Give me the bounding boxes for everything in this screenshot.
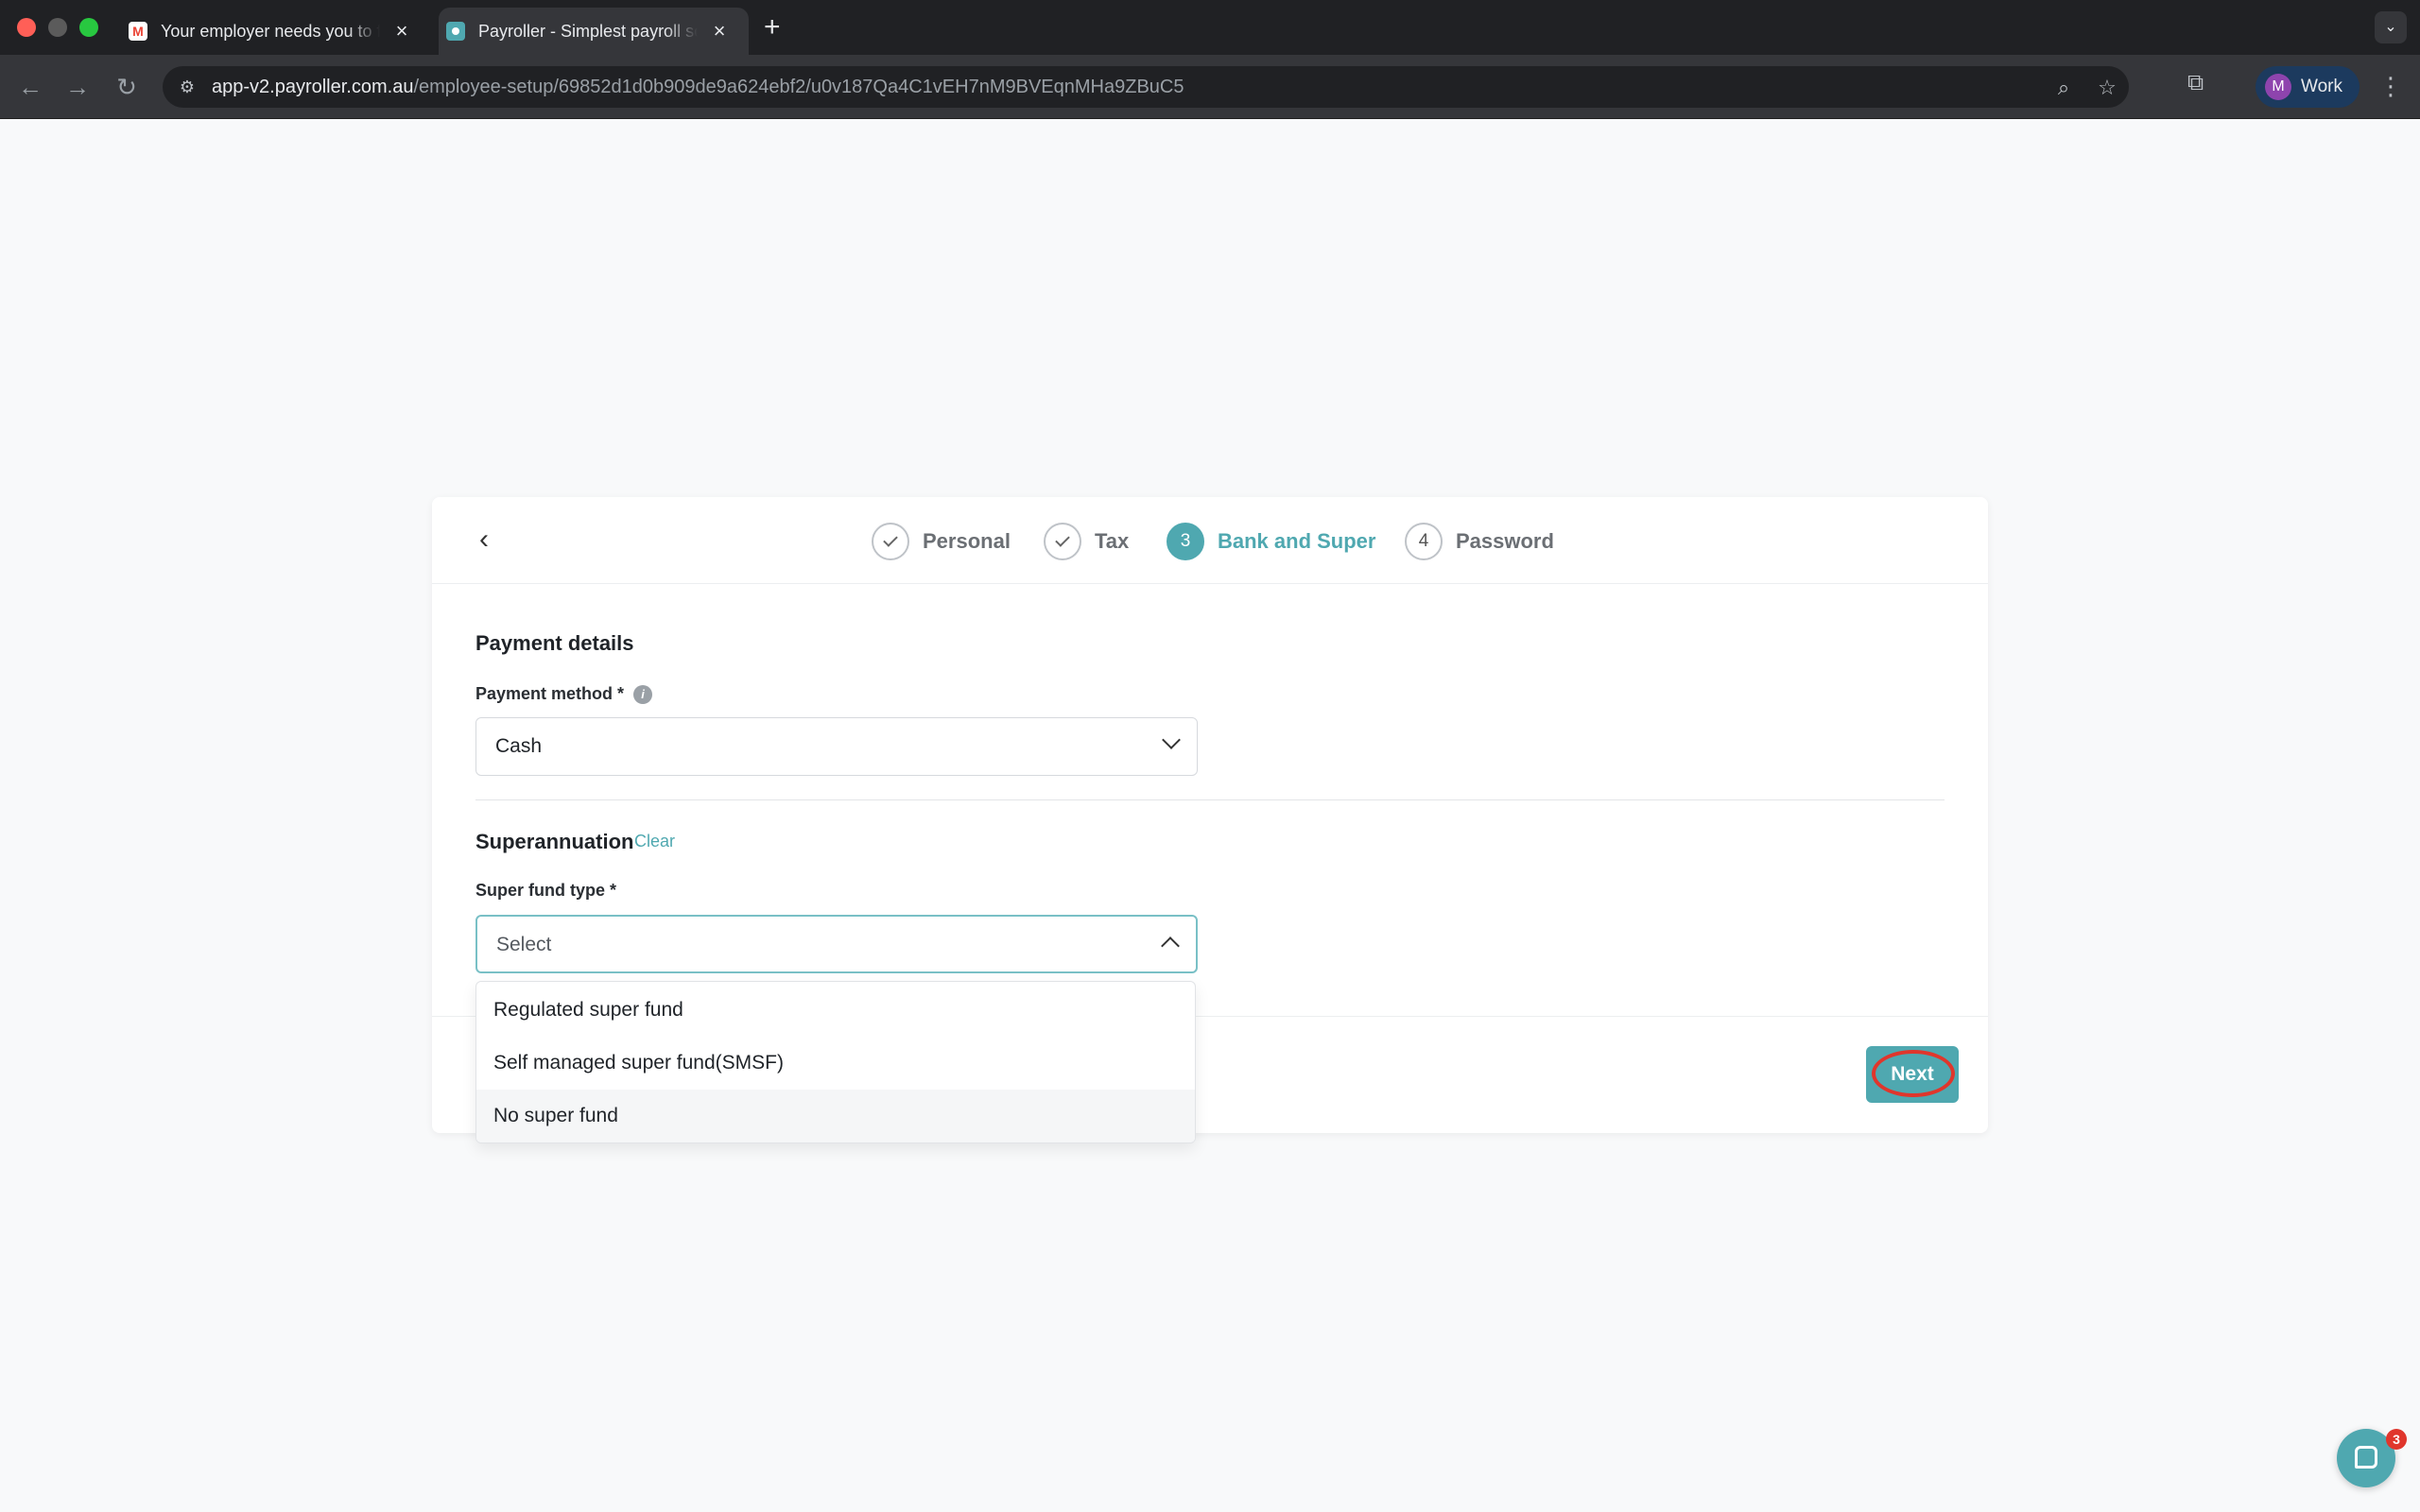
section-divider — [475, 799, 1945, 800]
close-icon[interactable]: × — [391, 19, 412, 43]
super-fund-type-select[interactable]: Select — [475, 915, 1198, 973]
browser-tab-payroller[interactable]: Payroller - Simplest payroll so × — [439, 8, 749, 55]
info-icon[interactable]: i — [633, 685, 653, 705]
superannuation-title: Superannuation — [475, 830, 634, 853]
window-close-button[interactable] — [17, 18, 36, 37]
option-regulated-super-fund[interactable]: Regulated super fund — [476, 984, 1195, 1037]
step-label: Tax — [1095, 529, 1130, 553]
step-personal[interactable]: Personal — [872, 523, 1011, 560]
extensions-icon[interactable]: ⧉ — [2187, 70, 2204, 96]
step-bank-and-super[interactable]: 3 Bank and Super — [1167, 523, 1375, 560]
profile-name: Work — [2301, 77, 2342, 96]
step-tax[interactable]: Tax — [1044, 523, 1129, 560]
option-smsf[interactable]: Self managed super fund(SMSF) — [476, 1037, 1195, 1090]
step-number: 3 — [1167, 523, 1204, 560]
zoom-icon[interactable]: ⌕ — [2051, 76, 2076, 100]
check-icon — [1044, 523, 1081, 560]
site-settings-icon[interactable]: ⚙ — [176, 76, 199, 98]
back-chevron-icon[interactable]: ‹ — [468, 524, 500, 556]
payment-details-title: Payment details — [475, 631, 634, 655]
next-button[interactable]: Next — [1866, 1046, 1959, 1103]
profile-button[interactable]: M Work — [2256, 66, 2360, 108]
browser-toolbar: ← → ↻ ⚙ app-v2.payroller.com.au/employee… — [0, 55, 2420, 119]
address-bar[interactable]: ⚙ app-v2.payroller.com.au/employee-setup… — [163, 66, 2129, 108]
step-label: Bank and Super — [1218, 529, 1376, 553]
reload-icon[interactable]: ↻ — [110, 70, 144, 104]
avatar: M — [2265, 74, 2291, 100]
bookmark-star-icon[interactable]: ☆ — [2095, 76, 2119, 100]
chat-icon — [2355, 1446, 2377, 1469]
close-icon[interactable]: × — [709, 19, 730, 43]
browser-tab-gmail[interactable]: M Your employer needs you to f × — [121, 8, 425, 55]
back-arrow-icon[interactable]: ← — [13, 70, 47, 104]
gmail-icon: M — [129, 22, 147, 41]
step-label: Password — [1456, 529, 1554, 553]
chat-badge: 3 — [2386, 1429, 2407, 1450]
payment-method-label-text: Payment method * — [475, 684, 625, 703]
step-label: Personal — [923, 529, 1011, 553]
tab-title: Your employer needs you to f — [161, 21, 380, 41]
super-fund-type-placeholder: Select — [496, 934, 552, 955]
window-minimize-button[interactable] — [48, 18, 67, 37]
payment-method-select[interactable]: Cash — [475, 717, 1198, 776]
url-text: app-v2.payroller.com.au/employee-setup/6… — [212, 77, 1184, 98]
chevron-up-icon — [1161, 936, 1180, 955]
super-fund-type-label: Super fund type * — [475, 881, 617, 900]
step-number: 4 — [1405, 523, 1443, 560]
url-path: /employee-setup/69852d1d0b909de9a624ebf2… — [413, 77, 1184, 97]
payment-method-value: Cash — [495, 735, 543, 757]
forward-arrow-icon[interactable]: → — [60, 70, 95, 104]
url-host: app-v2.payroller.com.au — [212, 77, 414, 97]
browser-menu-icon[interactable]: ⋮ — [2378, 72, 2403, 101]
browser-tab-bar: M Your employer needs you to f × Payroll… — [0, 0, 2420, 55]
payment-method-label: Payment method * i — [475, 684, 653, 705]
check-icon — [872, 523, 909, 560]
clear-link[interactable]: Clear — [634, 832, 675, 851]
payroller-icon — [446, 22, 465, 41]
tab-title: Payroller - Simplest payroll so — [478, 21, 698, 41]
chevron-down-icon — [1162, 730, 1181, 749]
new-tab-button[interactable]: + — [764, 11, 781, 43]
stepper-header: ‹ Personal Tax 3 Bank and Super 4 Passwo… — [432, 497, 1988, 584]
super-fund-type-menu: Regulated super fund Self managed super … — [475, 981, 1196, 1143]
tab-search-button[interactable]: ⌄ — [2375, 11, 2407, 43]
step-password[interactable]: 4 Password — [1405, 523, 1554, 560]
window-maximize-button[interactable] — [79, 18, 98, 37]
option-no-super-fund[interactable]: No super fund — [476, 1090, 1195, 1143]
